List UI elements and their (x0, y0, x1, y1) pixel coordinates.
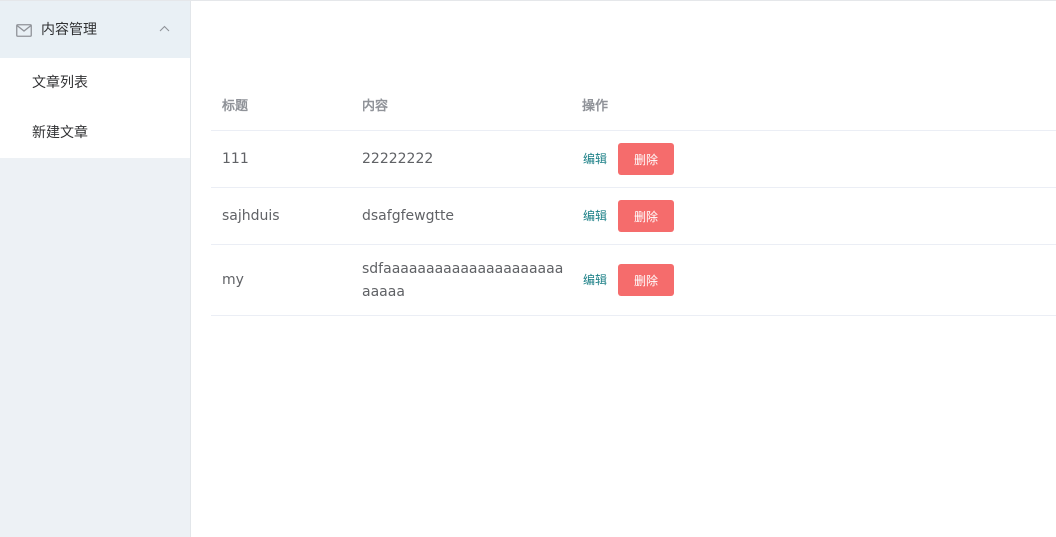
cell-title: sajhduis (222, 208, 280, 224)
header-content: 内容 (362, 99, 389, 114)
menu-group-content-management[interactable]: 内容管理 (0, 1, 190, 58)
table-row: my sdfaaaaaaaaaaaaaaaaaaaaaaaaaa 编辑 删除 (211, 245, 1056, 316)
cell-content: 22222222 (362, 151, 434, 167)
delete-button[interactable]: 删除 (618, 200, 674, 232)
cell-content: sdfaaaaaaaaaaaaaaaaaaaaaaaaaa (362, 261, 564, 300)
cell-title: 111 (222, 151, 249, 167)
cell-content: dsafgfewgtte (362, 208, 455, 224)
edit-link[interactable]: 编辑 (583, 151, 607, 167)
sidebar-item-article-list[interactable]: 文章列表 (0, 58, 190, 108)
delete-button[interactable]: 删除 (618, 143, 674, 175)
header-ops: 操作 (582, 99, 609, 114)
main-content: 标题 内容 操作 111 22222222 编辑 删除 sajhduis dsa… (211, 1, 1056, 537)
sidebar-item-new-article[interactable]: 新建文章 (0, 108, 190, 158)
articles-table: 标题 内容 操作 111 22222222 编辑 删除 sajhduis dsa… (211, 83, 1056, 316)
edit-link[interactable]: 编辑 (583, 272, 607, 288)
chevron-up-icon (159, 25, 170, 32)
edit-link[interactable]: 编辑 (583, 208, 607, 224)
table-row: 111 22222222 编辑 删除 (211, 131, 1056, 188)
sidebar-item-label: 新建文章 (32, 125, 88, 141)
menu-group-label: 内容管理 (41, 22, 97, 38)
app-window: 内容管理 文章列表 新建文章 标题 内容 操作 111 22222222 编辑 … (0, 0, 1056, 537)
sidebar: 内容管理 文章列表 新建文章 (0, 1, 191, 537)
mail-icon (16, 24, 32, 37)
cell-title: my (222, 272, 244, 288)
submenu: 文章列表 新建文章 (0, 58, 190, 158)
delete-button[interactable]: 删除 (618, 264, 674, 296)
sidebar-item-label: 文章列表 (32, 75, 88, 91)
header-title: 标题 (222, 99, 249, 114)
table-row: sajhduis dsafgfewgtte 编辑 删除 (211, 188, 1056, 245)
table-header: 标题 内容 操作 (211, 83, 1056, 131)
